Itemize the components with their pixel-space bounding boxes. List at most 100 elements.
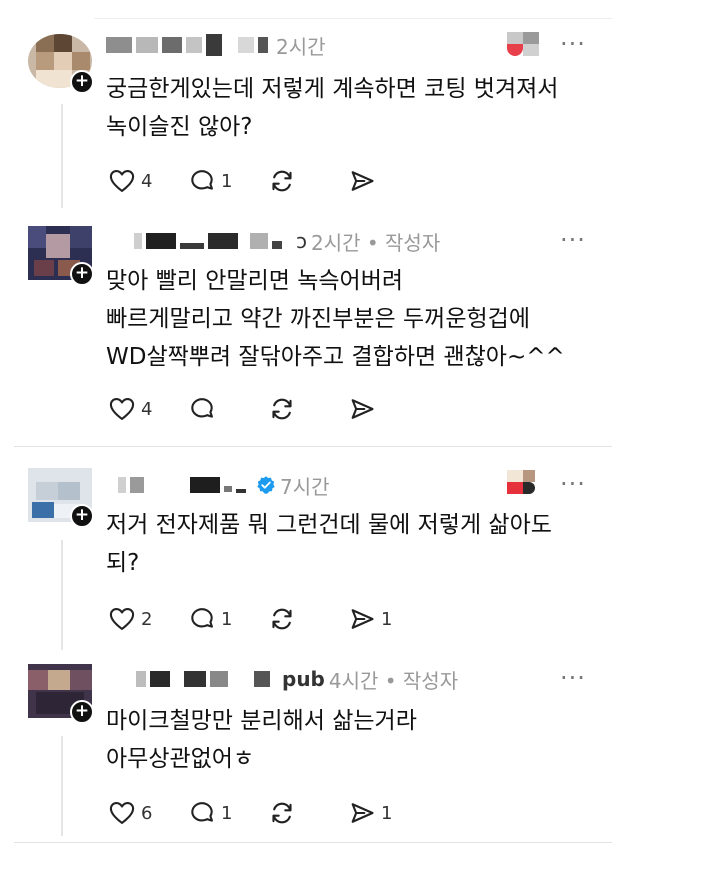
redacted-username-part xyxy=(180,243,204,249)
heart-icon xyxy=(109,398,135,420)
verified-badge-icon xyxy=(257,476,275,494)
avatar[interactable]: + xyxy=(28,468,94,528)
speech-bubble-icon xyxy=(191,802,213,822)
reply-button[interactable]: 1 xyxy=(188,799,268,827)
like-button[interactable]: 4 xyxy=(108,395,188,423)
comment-text: 저거 전자제품 뭐 그런건데 물에 저렇게 삶아도 되? xyxy=(106,506,552,582)
like-button[interactable]: 4 xyxy=(108,167,188,195)
like-count: 4 xyxy=(141,170,153,192)
redacted-username-part xyxy=(184,671,206,687)
redacted-username-part xyxy=(236,489,246,493)
redacted-username-part xyxy=(146,233,176,249)
comment-line: 되? xyxy=(106,550,140,576)
redacted-username-part xyxy=(150,671,170,687)
repost-button[interactable] xyxy=(268,605,348,633)
share-count: 1 xyxy=(381,802,393,824)
reply-count: 1 xyxy=(221,170,233,192)
send-icon xyxy=(351,803,374,823)
heart-icon xyxy=(109,608,135,630)
redacted-username-part xyxy=(206,34,222,56)
redacted-username-part xyxy=(208,233,238,249)
thread-line xyxy=(61,736,63,836)
top-divider xyxy=(94,18,612,19)
redacted-username-part xyxy=(272,241,282,249)
timestamp: 2시간 xyxy=(276,34,326,59)
reply-count: 1 xyxy=(221,608,233,630)
redacted-username-part xyxy=(186,37,202,53)
more-options-icon[interactable]: ··· xyxy=(560,470,586,498)
share-button[interactable]: 1 xyxy=(348,605,428,633)
speech-bubble-icon xyxy=(191,608,213,628)
like-button[interactable]: 6 xyxy=(108,799,188,827)
more-options-icon[interactable]: ··· xyxy=(560,226,586,254)
comment-text: 맞아 빨리 안말리면 녹슥어버려 빠르게말리고 약간 까진부분은 두꺼운헝겁에 … xyxy=(106,262,565,376)
action-bar: 4 xyxy=(108,396,428,422)
repost-icon xyxy=(272,170,292,192)
heart-icon xyxy=(109,170,135,192)
repost-icon xyxy=(272,802,292,824)
like-button[interactable]: 2 xyxy=(108,605,188,633)
username-suffix: ɔ xyxy=(296,229,307,253)
redacted-username-part xyxy=(258,37,268,53)
redacted-username-part xyxy=(162,37,182,53)
more-options-icon[interactable]: ··· xyxy=(560,664,586,692)
repost-button[interactable] xyxy=(268,395,348,423)
send-icon xyxy=(351,399,374,419)
avatar[interactable]: + xyxy=(28,34,94,94)
redacted-username-part xyxy=(130,477,144,493)
follow-plus-icon[interactable]: + xyxy=(70,700,94,724)
repost-icon xyxy=(272,608,292,630)
comment-header: 2시간 xyxy=(106,30,326,60)
comment-header: ɔ 2시간 • 작성자 xyxy=(106,226,440,256)
redacted-username xyxy=(134,233,142,249)
comment-line: 마이크철망만 분리해서 삶는거라 xyxy=(106,708,417,734)
action-bar: 2 1 1 xyxy=(108,606,428,632)
reply-button[interactable] xyxy=(188,395,268,423)
reply-count: 1 xyxy=(221,802,233,824)
redacted-username-part xyxy=(190,477,220,493)
share-button[interactable]: 1 xyxy=(348,799,428,827)
share-count: 1 xyxy=(381,608,393,630)
like-count: 2 xyxy=(141,608,153,630)
comment-line: 맞아 빨리 안말리면 녹슥어버려 xyxy=(106,268,404,294)
comment-line: 녹이슬진 않아? xyxy=(106,114,253,140)
redacted-username xyxy=(118,477,126,493)
redacted-username-part xyxy=(254,671,270,687)
redacted-username-part xyxy=(210,671,228,687)
comment-line: 저거 전자제품 뭐 그런건데 물에 저렇게 삶아도 xyxy=(106,512,552,538)
like-count: 4 xyxy=(141,398,153,420)
avatar[interactable]: + xyxy=(28,226,94,286)
media-thumbnail[interactable] xyxy=(507,32,539,56)
comment-line: 궁금한게있는데 저렇게 계속하면 코팅 벗겨져서 xyxy=(106,76,559,102)
comment-text: 마이크철망만 분리해서 삶는거라 아무상관없어ㅎ xyxy=(106,702,417,778)
follow-plus-icon[interactable]: + xyxy=(70,262,94,286)
comment-line: WD살짝뿌려 잘닦아주고 결합하면 괜찮아~^^ xyxy=(106,344,565,370)
repost-button[interactable] xyxy=(268,167,348,195)
reply-button[interactable]: 1 xyxy=(188,167,268,195)
thread-line xyxy=(61,540,63,650)
comment-line: 빠르게말리고 약간 까진부분은 두꺼운헝겁에 xyxy=(106,306,530,332)
action-bar: 6 1 1 xyxy=(108,800,428,826)
comment-line: 아무상관없어ㅎ xyxy=(106,746,255,772)
share-button[interactable] xyxy=(348,395,428,423)
comment-header: pub 4시간 • 작성자 xyxy=(106,664,458,694)
redacted-username-part xyxy=(238,37,254,53)
follow-plus-icon[interactable]: + xyxy=(70,504,94,528)
redacted-username xyxy=(106,37,132,53)
redacted-username-part xyxy=(250,233,268,249)
repost-icon xyxy=(272,398,292,420)
comment-header: 7시간 xyxy=(106,470,330,500)
share-button[interactable] xyxy=(348,167,428,195)
like-count: 6 xyxy=(141,802,153,824)
timestamp: 4시간 • 작성자 xyxy=(328,668,459,693)
avatar[interactable]: + xyxy=(28,664,94,724)
redacted-username-part xyxy=(136,37,158,53)
redacted-username xyxy=(136,671,146,687)
bottom-divider xyxy=(14,842,612,843)
reply-button[interactable]: 1 xyxy=(188,605,268,633)
repost-button[interactable] xyxy=(268,799,348,827)
media-thumbnail[interactable] xyxy=(507,470,539,494)
username-suffix: pub xyxy=(282,667,325,691)
follow-plus-icon[interactable]: + xyxy=(70,70,94,94)
more-options-icon[interactable]: ··· xyxy=(560,30,586,58)
